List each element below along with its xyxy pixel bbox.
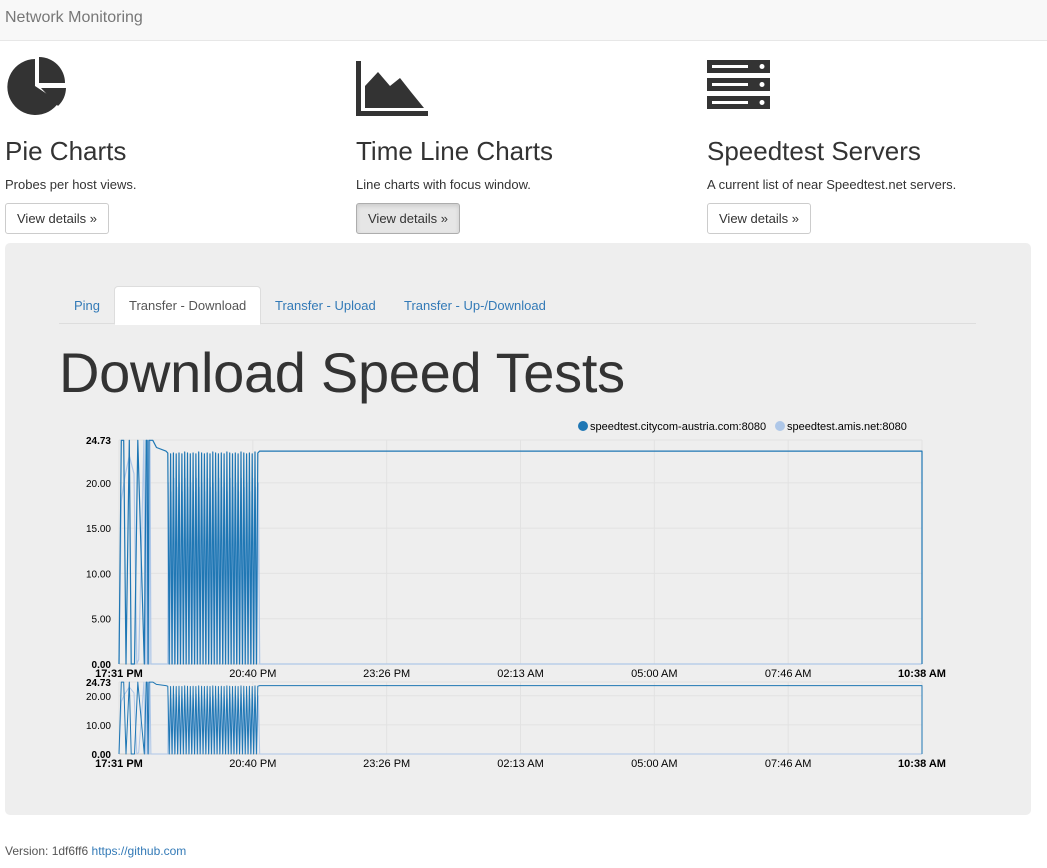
focus-y-tick-label: 10.00: [86, 721, 111, 732]
footer: Version: 1df6ff6 https://github.com: [5, 844, 186, 858]
overview-x-tick-label: 20:40 PM: [229, 668, 276, 680]
legend-marker-amis: [775, 421, 785, 431]
focus-x-tick-label: 17:31 PM: [95, 758, 143, 770]
overview-y-tick-label: 15.00: [86, 524, 111, 535]
overview-x-tick-label: 05:00 AM: [631, 668, 677, 680]
navbar: Network Monitoring: [0, 0, 1047, 41]
focus-x-tick-label: 20:40 PM: [229, 758, 276, 770]
overview-y-tick-label: 10.00: [86, 569, 111, 580]
feature-speedtest-servers: Speedtest Servers A current list of near…: [707, 56, 1037, 234]
feature-pie-charts: Pie Charts Probes per host views. View d…: [5, 56, 335, 234]
version-text: Version: 1df6ff6: [5, 844, 89, 858]
view-details-button[interactable]: View details »: [356, 203, 460, 234]
view-details-button[interactable]: View details »: [707, 203, 811, 234]
feature-title: Time Line Charts: [356, 136, 553, 166]
focus-x-tick-label: 07:46 AM: [765, 758, 811, 770]
feature-description: Probes per host views.: [5, 177, 137, 192]
overview-x-tick-label: 23:26 PM: [363, 668, 410, 680]
feature-description: Line charts with focus window.: [356, 177, 531, 192]
github-link[interactable]: https://github.com: [92, 844, 187, 858]
focus-x-tick-label: 02:13 AM: [497, 758, 543, 770]
overview-x-tick-label: 02:13 AM: [497, 668, 543, 680]
server-icon: [707, 56, 1037, 118]
overview-x-tick-label: 07:46 AM: [765, 668, 811, 680]
download-speed-chart: 24.7320.0015.0010.005.000.0017:31 PM 20:4…: [86, 421, 946, 770]
focus-x-tick-label: 23:26 PM: [363, 758, 410, 770]
area-chart-icon: [356, 56, 686, 118]
overview-x-tick-label: 10:38 AM: [898, 668, 946, 680]
view-details-button[interactable]: View details »: [5, 203, 109, 234]
brand-link[interactable]: Network Monitoring: [5, 9, 143, 27]
overview-y-tick-label: 20.00: [86, 479, 111, 490]
pie-chart-icon: [5, 56, 335, 118]
legend-label-amis: speedtest.amis.net:8080: [787, 421, 907, 433]
overview-y-tick-label: 24.73: [86, 436, 111, 447]
focus-y-tick-label: 20.00: [86, 692, 111, 703]
legend-label-citycom: speedtest.citycom-austria.com:8080: [590, 421, 766, 433]
chart-panel: Ping Transfer - Download Transfer - Uplo…: [5, 243, 1031, 815]
legend-marker-citycom: [578, 421, 588, 431]
feature-title: Pie Charts: [5, 136, 127, 166]
focus-y-tick-label: 24.73: [86, 678, 111, 689]
feature-title: Speedtest Servers: [707, 136, 921, 166]
overview-y-tick-label: 5.00: [92, 615, 112, 626]
feature-description: A current list of near Speedtest.net ser…: [707, 177, 957, 192]
feature-time-line-charts: Time Line Charts Line charts with focus …: [356, 56, 686, 234]
focus-x-tick-label: 05:00 AM: [631, 758, 677, 770]
focus-x-tick-label: 10:38 AM: [898, 758, 946, 770]
